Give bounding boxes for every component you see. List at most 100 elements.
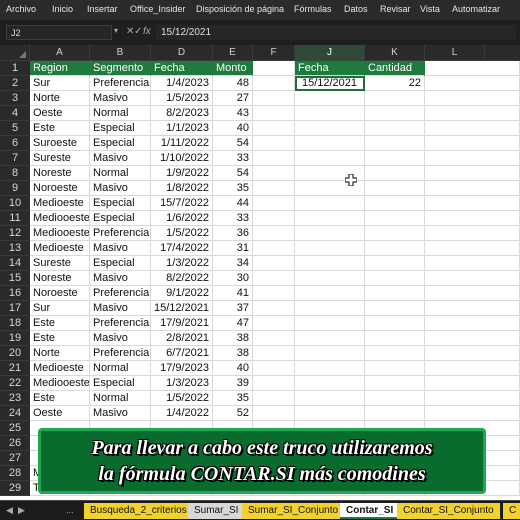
empty-cell[interactable]: [253, 181, 295, 196]
region-cell[interactable]: Sur: [30, 76, 90, 91]
empty-cell[interactable]: [253, 376, 295, 391]
fecha-cell[interactable]: 17/9/2021: [151, 316, 213, 331]
column-header-a[interactable]: A: [30, 45, 90, 61]
empty-cell[interactable]: [365, 361, 425, 376]
row-header[interactable]: 10: [0, 196, 30, 211]
empty-cell[interactable]: [295, 226, 365, 241]
tab-contar-si[interactable]: Contar_SI: [340, 503, 401, 519]
monto-cell[interactable]: 33: [213, 151, 253, 166]
empty-cell[interactable]: [295, 271, 365, 286]
region-cell[interactable]: Sur: [30, 301, 90, 316]
empty-cell[interactable]: [365, 136, 425, 151]
monto-cell[interactable]: 31: [213, 241, 253, 256]
column-header-k[interactable]: K: [365, 45, 425, 61]
row-header[interactable]: 13: [0, 241, 30, 256]
fecha-cell[interactable]: 15/12/2021: [151, 301, 213, 316]
fecha-cell[interactable]: 17/4/2022: [151, 241, 213, 256]
fecha-cell[interactable]: 15/7/2022: [151, 196, 213, 211]
row-header[interactable]: 7: [0, 151, 30, 166]
empty-cell[interactable]: [425, 361, 520, 376]
empty-cell[interactable]: [295, 406, 365, 421]
empty-cell[interactable]: [365, 376, 425, 391]
segmento-cell[interactable]: Masivo: [90, 241, 151, 256]
chevron-down-icon[interactable]: ▾: [114, 26, 118, 35]
empty-cell[interactable]: [425, 166, 520, 181]
empty-cell[interactable]: [365, 106, 425, 121]
fecha-cell[interactable]: 1/6/2022: [151, 211, 213, 226]
row-header[interactable]: 16: [0, 286, 30, 301]
segmento-cell[interactable]: Especial: [90, 121, 151, 136]
header-criteria-fecha[interactable]: Fecha: [295, 61, 365, 76]
fecha-cell[interactable]: 1/4/2023: [151, 76, 213, 91]
criteria-fecha-cell[interactable]: 15/12/2021: [295, 76, 365, 91]
empty-cell[interactable]: [365, 391, 425, 406]
empty-cell[interactable]: [425, 61, 520, 76]
column-header-j[interactable]: J: [295, 45, 365, 61]
menu-office-insider[interactable]: Office_Insider: [130, 4, 185, 14]
monto-cell[interactable]: 27: [213, 91, 253, 106]
tab-contar-si-conjunto[interactable]: Contar_SI_Conjunto: [397, 503, 501, 519]
empty-cell[interactable]: [295, 256, 365, 271]
segmento-cell[interactable]: Normal: [90, 391, 151, 406]
fecha-cell[interactable]: 8/2/2022: [151, 271, 213, 286]
empty-cell[interactable]: [295, 286, 365, 301]
empty-cell[interactable]: [425, 121, 520, 136]
empty-cell[interactable]: [253, 151, 295, 166]
monto-cell[interactable]: 38: [213, 331, 253, 346]
formula-input[interactable]: 15/12/2021: [156, 25, 516, 40]
fecha-cell[interactable]: 1/11/2022: [151, 136, 213, 151]
region-cell[interactable]: Este: [30, 391, 90, 406]
tab-busqueda-2-criterios[interactable]: Busqueda_2_criterios: [84, 503, 194, 519]
fecha-cell[interactable]: 2/8/2021: [151, 331, 213, 346]
monto-cell[interactable]: 47: [213, 316, 253, 331]
row-header[interactable]: 2: [0, 76, 30, 91]
empty-cell[interactable]: [295, 331, 365, 346]
region-cell[interactable]: Suroeste: [30, 136, 90, 151]
monto-cell[interactable]: 36: [213, 226, 253, 241]
region-cell[interactable]: Mediooeste: [30, 376, 90, 391]
tab-more-button[interactable]: ...: [66, 505, 74, 515]
fecha-cell[interactable]: 1/10/2022: [151, 151, 213, 166]
criteria-cantidad-cell[interactable]: 22: [365, 76, 425, 91]
empty-cell[interactable]: [425, 301, 520, 316]
region-cell[interactable]: Noroeste: [30, 181, 90, 196]
menu-archivo[interactable]: Archivo: [6, 4, 36, 14]
empty-cell[interactable]: [365, 241, 425, 256]
empty-cell[interactable]: [295, 376, 365, 391]
empty-cell[interactable]: [425, 106, 520, 121]
monto-cell[interactable]: 44: [213, 196, 253, 211]
region-cell[interactable]: Medioeste: [30, 241, 90, 256]
fecha-cell[interactable]: 1/8/2022: [151, 181, 213, 196]
empty-cell[interactable]: [425, 241, 520, 256]
row-header[interactable]: 24: [0, 406, 30, 421]
region-cell[interactable]: Oeste: [30, 106, 90, 121]
segmento-cell[interactable]: Preferencial: [90, 286, 151, 301]
row-header[interactable]: 22: [0, 376, 30, 391]
empty-cell[interactable]: [253, 361, 295, 376]
region-cell[interactable]: Noroeste: [30, 286, 90, 301]
monto-cell[interactable]: 37: [213, 301, 253, 316]
segmento-cell[interactable]: Preferencial: [90, 76, 151, 91]
segmento-cell[interactable]: Normal: [90, 166, 151, 181]
segmento-cell[interactable]: Especial: [90, 376, 151, 391]
menu-vista[interactable]: Vista: [420, 4, 440, 14]
tab-next-icon[interactable]: ▶: [18, 505, 25, 516]
row-header[interactable]: 17: [0, 301, 30, 316]
empty-cell[interactable]: [365, 151, 425, 166]
header-fecha[interactable]: Fecha: [151, 61, 213, 76]
empty-cell[interactable]: [295, 346, 365, 361]
region-cell[interactable]: Noreste: [30, 166, 90, 181]
region-cell[interactable]: Este: [30, 316, 90, 331]
tab-c[interactable]: C: [503, 503, 520, 519]
empty-cell[interactable]: [295, 241, 365, 256]
select-all-button[interactable]: [0, 45, 30, 61]
fecha-cell[interactable]: 6/7/2021: [151, 346, 213, 361]
menu-insertar[interactable]: Insertar: [87, 4, 118, 14]
header-segmento[interactable]: Segmento: [90, 61, 151, 76]
monto-cell[interactable]: 52: [213, 406, 253, 421]
region-cell[interactable]: Norte: [30, 346, 90, 361]
fecha-cell[interactable]: 17/9/2023: [151, 361, 213, 376]
monto-cell[interactable]: 35: [213, 181, 253, 196]
segmento-cell[interactable]: Masivo: [90, 181, 151, 196]
empty-cell[interactable]: [365, 166, 425, 181]
